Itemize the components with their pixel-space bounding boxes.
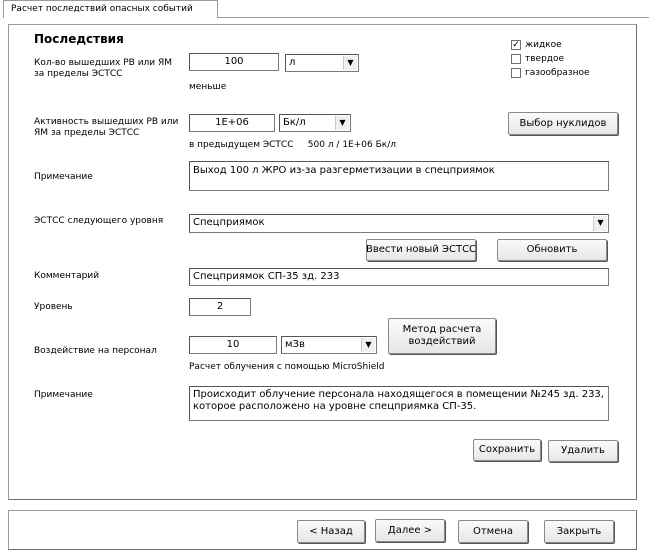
section-title: Последствия bbox=[34, 32, 124, 46]
checkbox-checked-icon[interactable]: ✓ bbox=[511, 40, 521, 50]
comment-label: Комментарий bbox=[34, 271, 100, 281]
state-option-label: твердое bbox=[525, 54, 565, 64]
chevron-down-icon[interactable]: ▼ bbox=[343, 56, 357, 70]
new-estss-button[interactable]: Ввести новый ЭСТСС bbox=[366, 239, 476, 261]
chevron-down-icon[interactable]: ▼ bbox=[593, 216, 607, 231]
select-nuclides-button[interactable]: Выбор нуклидов bbox=[508, 112, 618, 135]
exposure-label: Воздействие на персонал bbox=[34, 346, 157, 356]
activity-unit-value: Бк/л bbox=[283, 117, 306, 128]
exposure-note: Расчет облучения с помощью MicroShield bbox=[189, 362, 385, 372]
comment-input[interactable]: Спецприямок СП-35 зд. 233 bbox=[189, 268, 609, 286]
next-level-label: ЭСТСС следующего уровня bbox=[34, 216, 164, 226]
cancel-button[interactable]: Отмена bbox=[458, 520, 528, 543]
quantity-label: Кол-во вышедших РВ или ЯМ за пределы ЭСТ… bbox=[34, 58, 173, 79]
tab-divider bbox=[218, 17, 649, 18]
chevron-down-icon[interactable]: ▼ bbox=[361, 338, 375, 352]
refresh-button[interactable]: Обновить bbox=[497, 239, 607, 261]
note2-label: Примечание bbox=[34, 390, 93, 400]
exposure-unit-value: мЗв bbox=[285, 339, 305, 350]
consequences-panel bbox=[8, 24, 637, 500]
note1-label: Примечание bbox=[34, 172, 93, 182]
tab-consequences[interactable]: Расчет последствий опасных событий bbox=[3, 0, 218, 18]
quantity-unit-value: л bbox=[289, 57, 296, 68]
state-option-label: газообразное bbox=[525, 68, 590, 78]
quantity-note: меньше bbox=[189, 82, 227, 92]
checkbox-icon[interactable] bbox=[511, 54, 521, 64]
checkbox-icon[interactable] bbox=[511, 68, 521, 78]
save-button[interactable]: Сохранить bbox=[473, 439, 541, 461]
activity-input[interactable]: 1E+06 bbox=[189, 114, 275, 132]
state-option-label: жидкое bbox=[525, 40, 562, 50]
quantity-unit-select[interactable]: л ▼ bbox=[285, 54, 359, 72]
activity-unit-select[interactable]: Бк/л ▼ bbox=[279, 114, 351, 132]
exposure-method-button[interactable]: Метод расчета воздействий bbox=[388, 318, 496, 354]
note1-textarea[interactable]: Выход 100 л ЖРО из-за разгерметизации в … bbox=[189, 161, 609, 191]
note2-textarea[interactable]: Происходит облучение персонала находящег… bbox=[189, 386, 609, 421]
exposure-unit-select[interactable]: мЗв ▼ bbox=[281, 336, 377, 354]
quantity-input[interactable]: 100 bbox=[189, 53, 279, 71]
level-label: Уровень bbox=[34, 302, 73, 312]
delete-button[interactable]: Удалить bbox=[548, 440, 618, 462]
close-button[interactable]: Закрыть bbox=[544, 520, 614, 543]
back-button[interactable]: < Назад bbox=[297, 520, 365, 543]
next-level-select[interactable]: Спецприямок ▼ bbox=[189, 214, 609, 233]
chevron-down-icon[interactable]: ▼ bbox=[335, 116, 349, 130]
level-input[interactable]: 2 bbox=[189, 298, 251, 316]
exposure-input[interactable]: 10 bbox=[189, 336, 277, 354]
next-button[interactable]: Далее > bbox=[375, 519, 445, 542]
next-level-value: Спецприямок bbox=[193, 217, 265, 228]
activity-label: Активность вышедших РВ или ЯМ за пределы… bbox=[34, 117, 179, 138]
activity-note: в предыдущем ЭСТСС 500 л / 1Е+06 Бк/л bbox=[189, 140, 396, 150]
